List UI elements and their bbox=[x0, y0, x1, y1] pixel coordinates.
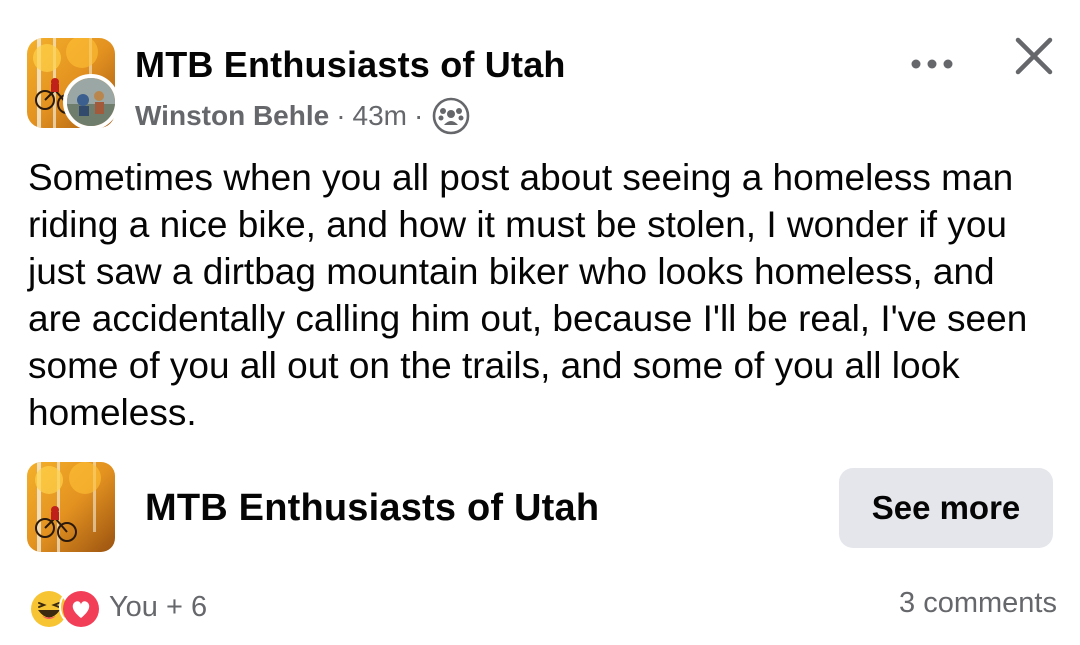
reactions-summary[interactable]: You + 6 bbox=[27, 585, 207, 629]
post-footer: You + 6 3 comments bbox=[27, 585, 1057, 629]
group-attachment-card[interactable]: MTB Enthusiasts of Utah See more bbox=[27, 462, 1057, 554]
post-text: Sometimes when you all post about seeing… bbox=[28, 157, 1028, 433]
author-avatar[interactable] bbox=[63, 74, 119, 130]
reaction-count[interactable]: You + 6 bbox=[109, 591, 207, 624]
post-header: MTB Enthusiasts of Utah Winston Behle · … bbox=[27, 37, 1059, 136]
meta-separator: · bbox=[414, 100, 424, 131]
close-icon bbox=[1015, 37, 1053, 80]
group-name[interactable]: MTB Enthusiasts of Utah bbox=[135, 44, 566, 86]
love-reaction-icon bbox=[59, 587, 99, 627]
author-name[interactable]: Winston Behle bbox=[135, 100, 329, 132]
post-meta: Winston Behle · 43m · bbox=[135, 96, 470, 136]
see-more-button[interactable]: See more bbox=[839, 468, 1053, 548]
more-options-button[interactable] bbox=[902, 46, 962, 86]
close-button[interactable] bbox=[1009, 37, 1059, 80]
post-time[interactable]: 43m bbox=[353, 100, 407, 132]
post-card: MTB Enthusiasts of Utah Winston Behle · … bbox=[0, 0, 1080, 645]
comments-count[interactable]: 3 comments bbox=[899, 587, 1057, 620]
meta-separator: · bbox=[336, 100, 346, 131]
group-card-thumbnail[interactable] bbox=[27, 462, 115, 552]
group-card-name[interactable]: MTB Enthusiasts of Utah bbox=[145, 487, 599, 530]
more-horizontal-icon bbox=[910, 57, 954, 75]
group-members-icon[interactable] bbox=[432, 97, 470, 135]
